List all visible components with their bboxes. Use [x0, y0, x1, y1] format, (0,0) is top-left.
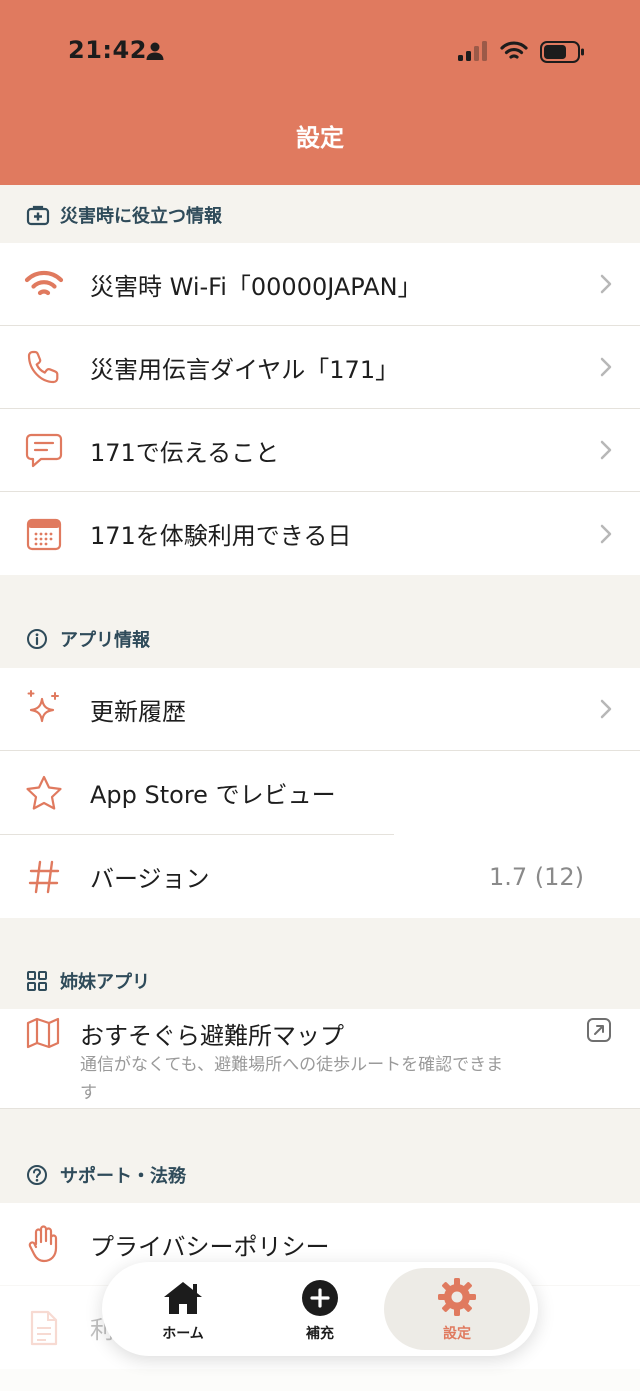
list-item-label: プライバシーポリシー	[90, 1232, 330, 1261]
list-item-label: 更新履歴	[90, 697, 186, 726]
chevron-right-icon	[600, 699, 612, 719]
tab-label: 設定	[443, 1326, 471, 1342]
wifi-status-icon	[500, 41, 528, 59]
tab-label: 補充	[306, 1326, 334, 1342]
first-aid-kit-icon	[26, 203, 50, 227]
battery-icon	[540, 41, 584, 63]
tab-bar: ホーム 補充 設定	[102, 1262, 538, 1356]
section-header-app-info: アプリ情報	[26, 626, 150, 652]
chevron-right-icon	[600, 440, 612, 460]
hash-icon	[24, 857, 64, 897]
list-item-wifi[interactable]: 災害時 Wi-Fi「00000JAPAN」	[0, 243, 640, 326]
chevron-right-icon	[600, 357, 612, 377]
wifi-icon	[24, 264, 64, 304]
section-label: 姉妹アプリ	[60, 972, 150, 993]
question-circle-icon	[26, 1163, 50, 1187]
section-header-disaster: 災害時に役立つ情報	[26, 202, 222, 228]
list-item-label: App Store でレビュー	[90, 781, 336, 809]
home-icon	[162, 1275, 204, 1317]
grid-icon	[26, 969, 50, 993]
sister-app-item[interactable]: おすそぐら避難所マップ 通信がなくても、避難場所への徒歩ルートを確認できます	[0, 1009, 640, 1109]
chevron-right-icon	[600, 274, 612, 294]
list-item-171-dial[interactable]: 災害用伝言ダイヤル「171」	[0, 326, 640, 409]
list-item-review[interactable]: App Store でレビュー	[0, 751, 640, 834]
list-item-171-message[interactable]: 171で伝えること	[0, 409, 640, 492]
list-item-changelog[interactable]: 更新履歴	[0, 668, 640, 751]
list-item-label: 171で伝えること	[90, 438, 280, 467]
app-info-list: 更新履歴 App Store でレビュー バージョン 1.7 (12)	[0, 668, 640, 918]
status-time: 21:42	[68, 36, 147, 64]
hand-icon	[24, 1224, 64, 1264]
list-item-label: バージョン	[90, 865, 210, 893]
list-item-171-trial-days[interactable]: 171を体験利用できる日	[0, 492, 640, 575]
message-bubble-icon	[24, 430, 64, 470]
map-icon	[26, 1017, 60, 1053]
list-item-label: 171を体験利用できる日	[90, 522, 352, 550]
section-header-sister-apps: 姉妹アプリ	[26, 968, 150, 994]
section-header-support: サポート・法務	[26, 1162, 186, 1188]
sparkles-icon	[24, 689, 64, 729]
list-item-label: 災害時 Wi-Fi「00000JAPAN」	[90, 272, 422, 301]
phone-icon	[24, 347, 64, 387]
section-label: サポート・法務	[60, 1166, 186, 1187]
list-item-label: 災害用伝言ダイヤル「171」	[90, 355, 400, 384]
cellular-signal-icon	[458, 41, 487, 61]
section-label: アプリ情報	[60, 630, 150, 651]
header: 21:42 設定	[0, 0, 640, 185]
tab-label: ホーム	[162, 1326, 204, 1342]
section-label: 災害時に役立つ情報	[60, 206, 222, 227]
star-icon	[24, 773, 64, 813]
gear-icon	[437, 1275, 477, 1317]
calendar-icon	[24, 514, 64, 554]
plus-circle-icon	[301, 1275, 339, 1317]
sister-app-description: 通信がなくても、避難場所への徒歩ルートを確認できます	[80, 1055, 504, 1103]
external-link-icon[interactable]	[586, 1017, 612, 1043]
tab-settings[interactable]: 設定	[384, 1268, 530, 1350]
page-title: 設定	[296, 124, 344, 152]
list-item-version: バージョン 1.7 (12)	[0, 835, 640, 918]
tab-add[interactable]: 補充	[247, 1268, 393, 1350]
info-circle-icon	[26, 627, 50, 651]
chevron-right-icon	[600, 524, 612, 543]
version-value: 1.7 (12)	[488, 862, 584, 891]
person-icon	[146, 42, 164, 60]
tab-home[interactable]: ホーム	[110, 1268, 256, 1350]
sister-app-title: おすそぐら避難所マップ	[80, 1022, 344, 1050]
disaster-info-list: 災害時 Wi-Fi「00000JAPAN」 災害用伝言ダイヤル「171」 171…	[0, 243, 640, 575]
